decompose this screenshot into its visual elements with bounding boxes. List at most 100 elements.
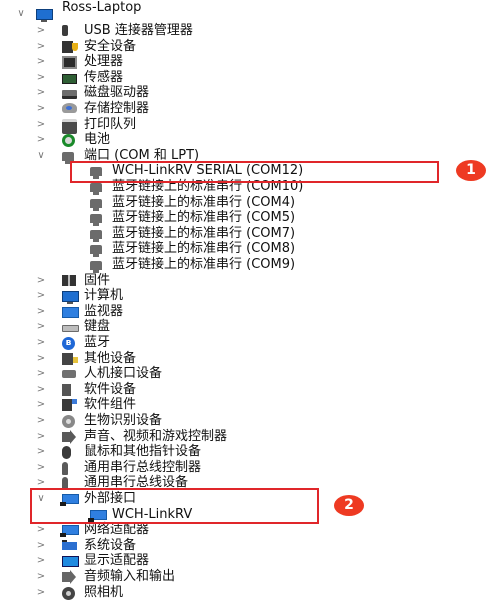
- port-icon: [90, 230, 102, 242]
- annotation-badge-1: 1: [456, 160, 486, 181]
- tree-category-row[interactable]: > 软件组件: [0, 397, 460, 413]
- chevron-right-icon[interactable]: >: [36, 23, 46, 39]
- tree-port-row[interactable]: 蓝牙链接上的标准串行 (COM8): [0, 241, 460, 257]
- chevron-right-icon[interactable]: >: [36, 319, 46, 335]
- chevron-right-icon[interactable]: >: [36, 382, 46, 398]
- tree-category-row[interactable]: > 键盘: [0, 319, 460, 335]
- chevron-right-icon[interactable]: >: [36, 335, 46, 351]
- processor-icon: [62, 56, 77, 69]
- port-icon: [90, 183, 102, 195]
- tree-port-row[interactable]: 蓝牙链接上的标准串行 (COM7): [0, 226, 460, 242]
- chevron-right-icon[interactable]: >: [36, 522, 46, 538]
- tree-category-row[interactable]: > 软件设备: [0, 382, 460, 398]
- computer-icon: [36, 9, 53, 22]
- tree-category-row[interactable]: > ʙ 蓝牙: [0, 335, 460, 351]
- tree-category-row[interactable]: > 固件: [0, 273, 460, 289]
- chevron-down-icon[interactable]: ∨: [16, 6, 26, 22]
- chevron-right-icon[interactable]: >: [36, 70, 46, 86]
- tree-port-row[interactable]: 蓝牙链接上的标准串行 (COM9): [0, 257, 460, 273]
- tree-category-row[interactable]: > USB 连接器管理器: [0, 23, 460, 39]
- tree-item-label: 电池: [84, 132, 111, 147]
- tree-item-label: 存储控制器: [84, 101, 150, 116]
- tree-category-row[interactable]: > 存储控制器: [0, 101, 460, 117]
- chevron-right-icon[interactable]: >: [36, 366, 46, 382]
- tree-item-label: 生物识别设备: [84, 413, 163, 428]
- sensor-icon: [62, 74, 77, 84]
- tree-item-label: 键盘: [84, 319, 111, 334]
- tree-category-row[interactable]: > 鼠标和其他指针设备: [0, 444, 460, 460]
- tree-category-row[interactable]: > 电池: [0, 132, 460, 148]
- annotation-box-2: [30, 488, 319, 524]
- chevron-right-icon[interactable]: >: [36, 553, 46, 569]
- tree-category-row[interactable]: > 监视器: [0, 304, 460, 320]
- tree-item-label: 鼠标和其他指针设备: [84, 444, 202, 459]
- tree-port-row[interactable]: 蓝牙链接上的标准串行 (COM5): [0, 210, 460, 226]
- chevron-right-icon[interactable]: >: [36, 39, 46, 55]
- tree-category-row[interactable]: > 传感器: [0, 70, 460, 86]
- software-component-icon: [62, 399, 77, 411]
- tree-category-row[interactable]: > 照相机: [0, 585, 460, 601]
- tree-item-label: 蓝牙: [84, 335, 111, 350]
- chevron-right-icon[interactable]: >: [36, 273, 46, 289]
- tree-category-row[interactable]: > 系统设备: [0, 538, 460, 554]
- chevron-right-icon[interactable]: >: [36, 54, 46, 70]
- port-icon: [90, 214, 102, 226]
- chevron-right-icon[interactable]: >: [36, 117, 46, 133]
- tree-category-row[interactable]: > 安全设备: [0, 39, 460, 55]
- tree-category-row[interactable]: > 其他设备: [0, 351, 460, 367]
- tree-category-row[interactable]: > 人机接口设备: [0, 366, 460, 382]
- tree-category-row[interactable]: > 显示适配器: [0, 553, 460, 569]
- tree-category-row[interactable]: > 打印队列: [0, 117, 460, 134]
- chevron-right-icon[interactable]: >: [36, 132, 46, 148]
- tree-category-row[interactable]: > 磁盘驱动器: [0, 85, 460, 101]
- tree-root-row[interactable]: ∨ Ross-Laptop: [0, 0, 300, 22]
- tree-item-label: 蓝牙链接上的标准串行 (COM5): [112, 210, 296, 225]
- chevron-right-icon[interactable]: >: [36, 288, 46, 304]
- chevron-down-icon[interactable]: ∨: [36, 148, 46, 164]
- tree-category-row[interactable]: > 通用串行总线控制器: [0, 460, 460, 476]
- tree-item-label: 监视器: [84, 304, 124, 319]
- tree-category-row[interactable]: > 声音、视频和游戏控制器: [0, 429, 460, 445]
- tree-category-row[interactable]: > 处理器: [0, 54, 460, 70]
- chevron-right-icon[interactable]: >: [36, 444, 46, 460]
- tree-category-row[interactable]: > 计算机: [0, 288, 460, 304]
- usb-controller-icon: [62, 462, 68, 475]
- tree-category-row[interactable]: > 网络适配器: [0, 522, 460, 538]
- battery-icon: [62, 134, 75, 147]
- tree-item-label: 网络适配器: [84, 522, 150, 537]
- usb-connector-icon: [62, 25, 68, 36]
- other-device-icon: [62, 353, 78, 365]
- storage-controller-icon: [62, 103, 77, 113]
- mouse-icon: [62, 446, 71, 459]
- chevron-right-icon[interactable]: >: [36, 85, 46, 101]
- chevron-right-icon[interactable]: >: [36, 101, 46, 117]
- firmware-icon: [62, 275, 76, 286]
- chevron-right-icon[interactable]: >: [36, 460, 46, 476]
- tree-category-row[interactable]: > 音频输入和输出: [0, 569, 460, 585]
- chevron-right-icon[interactable]: >: [36, 538, 46, 554]
- tree-item-label: 蓝牙链接上的标准串行 (COM8): [112, 241, 296, 256]
- annotation-box-1: [70, 161, 439, 183]
- chevron-right-icon[interactable]: >: [36, 397, 46, 413]
- chevron-right-icon[interactable]: >: [36, 304, 46, 320]
- tree-item-label: 固件: [84, 273, 111, 288]
- tree-category-row[interactable]: > 生物识别设备: [0, 413, 460, 429]
- tree-item-label: 打印队列: [84, 117, 137, 132]
- chevron-right-icon[interactable]: >: [36, 569, 46, 585]
- port-icon: [90, 245, 102, 257]
- audio-io-icon: [62, 570, 76, 584]
- disk-drive-icon: [62, 90, 77, 99]
- tree-item-label: 蓝牙链接上的标准串行 (COM7): [112, 226, 296, 241]
- tree-port-row[interactable]: 蓝牙链接上的标准串行 (COM4): [0, 195, 460, 211]
- chevron-right-icon[interactable]: >: [36, 413, 46, 429]
- hid-icon: [62, 370, 76, 378]
- tree-item-label: 软件设备: [84, 382, 137, 397]
- security-device-icon: [62, 41, 78, 53]
- computer-icon: [62, 291, 79, 304]
- tree-item-label: 磁盘驱动器: [84, 85, 150, 100]
- chevron-right-icon[interactable]: >: [36, 585, 46, 601]
- chevron-right-icon[interactable]: >: [36, 429, 46, 445]
- device-manager-tree: ∨ Ross-Laptop > USB 连接器管理器 > 安全设备 > 处理器 > 传感器 > 磁…: [0, 0, 494, 601]
- root-label: Ross-Laptop: [62, 0, 142, 15]
- chevron-right-icon[interactable]: >: [36, 351, 46, 367]
